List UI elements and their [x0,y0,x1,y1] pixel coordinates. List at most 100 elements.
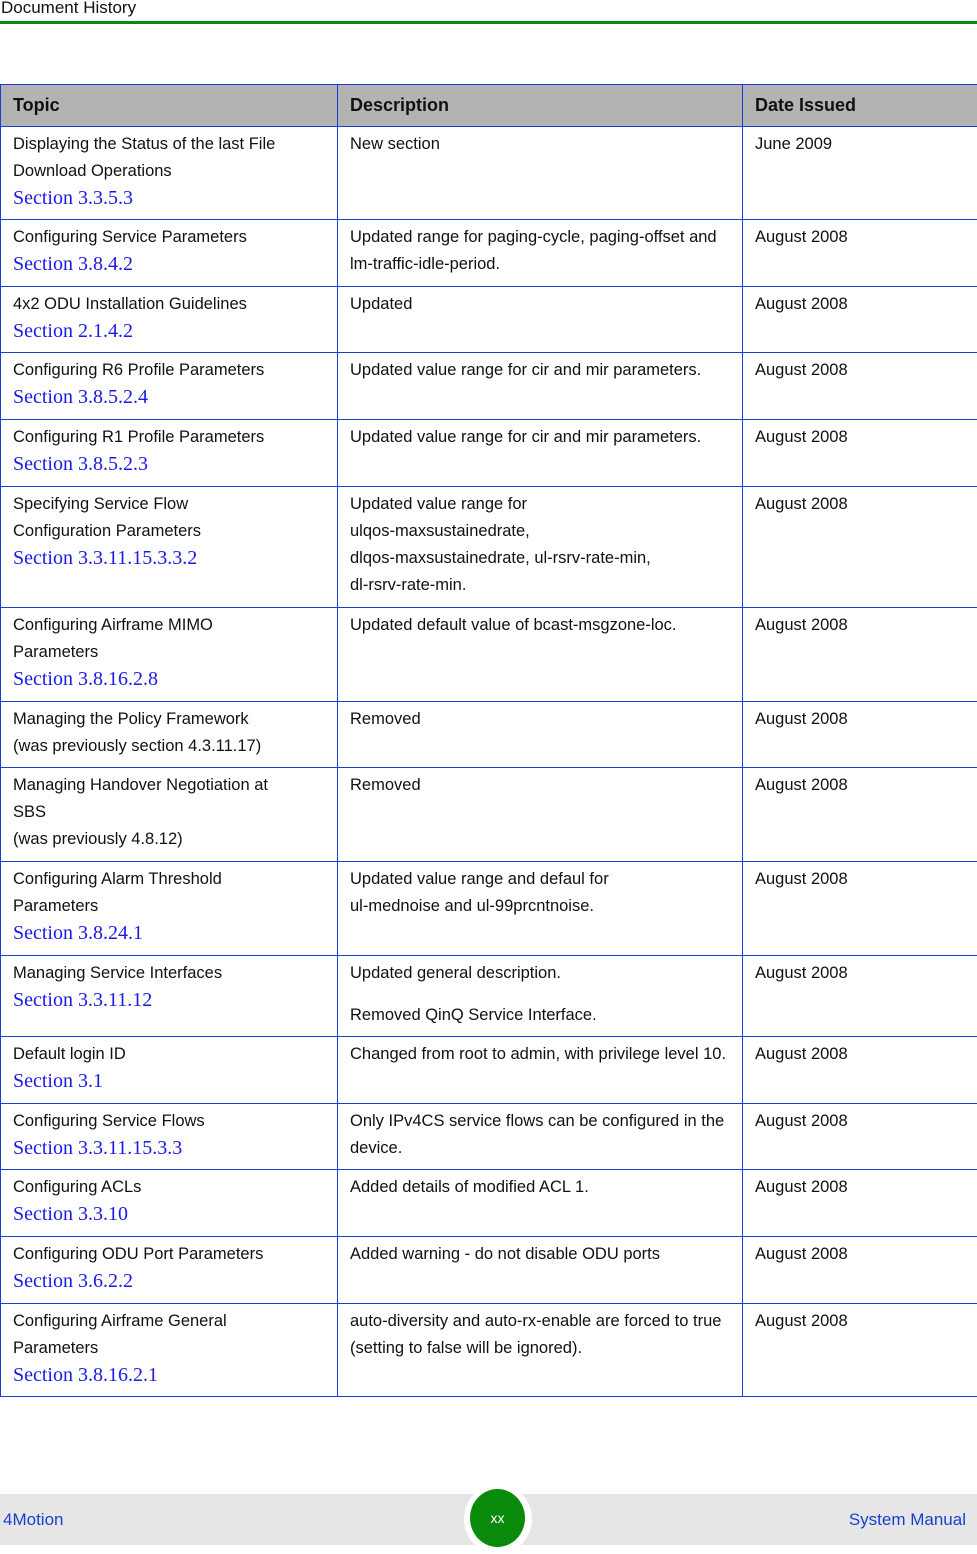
description-cell: Updated value range and defaul forul-med… [338,862,743,956]
topic-cell: Default login IDSection 3.1 [1,1037,338,1104]
date-issued-cell: August 2008 [743,420,977,487]
topic-cell: Configuring Airframe GeneralParametersSe… [1,1304,338,1397]
table-row: Configuring R1 Profile ParametersSection… [1,420,977,487]
description-cell: New section [338,127,743,220]
section-link[interactable]: Section 3.3.11.15.3.3 [13,1135,325,1162]
topic-cell: Managing Handover Negotiation atSBS(was … [1,768,338,862]
section-link[interactable]: Section 3.3.11.12 [13,987,325,1014]
table-row: Configuring Airframe MIMOParametersSecti… [1,608,977,702]
page-number-badge: xx [470,1489,525,1547]
document-history-table: Topic Description Date Issued Displaying… [0,84,977,1397]
section-link[interactable]: Section 3.8.24.1 [13,920,325,947]
topic-text: Configuring Airframe General [13,1308,325,1335]
section-link[interactable]: Section 3.3.10 [13,1201,325,1228]
column-header-date-issued: Date Issued [743,85,977,127]
description-text: dlqos-maxsustainedrate, ul-rsrv-rate-min… [350,545,730,572]
description-text: Updated range for paging-cycle, paging-o… [350,224,730,278]
topic-text: Configuring R6 Profile Parameters [13,357,325,384]
topic-cell: Configuring ACLsSection 3.3.10 [1,1170,338,1237]
date-issued-cell: August 2008 [743,220,977,287]
topic-text: SBS [13,799,325,826]
section-link[interactable]: Section 3.8.5.2.3 [13,451,325,478]
description-cell: Updated value range for cir and mir para… [338,353,743,420]
description-text: Changed from root to admin, with privile… [350,1041,730,1068]
topic-text: Managing the Policy Framework [13,706,325,733]
description-text: Removed QinQ Service Interface. [350,1002,730,1029]
description-text: ul-mednoise and ul-99prcntnoise. [350,893,730,920]
page-title: Document History [1,0,136,18]
date-issued-cell: August 2008 [743,1304,977,1397]
topic-cell: Configuring Alarm ThresholdParametersSec… [1,862,338,956]
table-body: Displaying the Status of the last FileDo… [1,127,977,1397]
section-link[interactable]: Section 3.3.5.3 [13,185,325,212]
table-row: Displaying the Status of the last FileDo… [1,127,977,220]
table-row: Configuring Airframe GeneralParametersSe… [1,1304,977,1397]
date-issued-cell: August 2008 [743,353,977,420]
section-link[interactable]: Section 3.8.16.2.1 [13,1362,325,1389]
description-text: Only IPv4CS service flows can be configu… [350,1108,730,1162]
date-issued-cell: August 2008 [743,1104,977,1170]
column-header-topic: Topic [1,85,338,127]
description-text: auto-diversity and auto-rx-enable are fo… [350,1308,730,1362]
description-cell: Updated range for paging-cycle, paging-o… [338,220,743,287]
table-row: Default login IDSection 3.1 Changed from … [1,1037,977,1104]
table-row: Configuring Service ParametersSection 3.… [1,220,977,287]
description-cell: Only IPv4CS service flows can be configu… [338,1104,743,1170]
column-header-description: Description [338,85,743,127]
topic-cell: 4x2 ODU Installation GuidelinesSection 2… [1,287,338,353]
date-issued-cell: August 2008 [743,608,977,702]
section-link[interactable]: Section 3.8.16.2.8 [13,666,325,693]
description-text: Updated value range for [350,491,730,518]
description-text: Updated default value of bcast-msgzone-l… [350,612,730,639]
topic-cell: Specifying Service FlowConfiguration Par… [1,487,338,608]
topic-text: Configuring ODU Port Parameters [13,1241,325,1268]
table-row: Specifying Service FlowConfiguration Par… [1,487,977,608]
topic-text: Parameters [13,1335,325,1362]
topic-text: Configuration Parameters [13,518,325,545]
section-link[interactable]: Section 2.1.4.2 [13,318,325,345]
table-row: Managing Service InterfacesSection 3.3.1… [1,956,977,1037]
date-issued-cell: August 2008 [743,1037,977,1104]
topic-text: Configuring Service Flows [13,1108,325,1135]
topic-text: (was previously section 4.3.11.17) [13,733,325,760]
topic-text: Displaying the Status of the last File [13,131,325,158]
description-cell: Updated value range for cir and mir para… [338,420,743,487]
topic-text: Configuring R1 Profile Parameters [13,424,325,451]
table-row: Configuring R6 Profile ParametersSection… [1,353,977,420]
description-cell: Removed [338,768,743,862]
description-text: Removed [350,772,730,799]
section-link[interactable]: Section 3.6.2.2 [13,1268,325,1295]
description-text: Added details of modified ACL 1. [350,1174,730,1201]
description-text: ulqos-maxsustainedrate, [350,518,730,545]
description-cell: Updated default value of bcast-msgzone-l… [338,608,743,702]
page-footer: 4Motion xx System Manual [0,1494,977,1545]
description-text: Updated value range for cir and mir para… [350,424,730,451]
table-row: Configuring Service FlowsSection 3.3.11.… [1,1104,977,1170]
section-link[interactable]: Section 3.8.4.2 [13,251,325,278]
description-text: Updated value range for cir and mir para… [350,357,730,384]
date-issued-cell: June 2009 [743,127,977,220]
topic-text: Configuring Service Parameters [13,224,325,251]
topic-text: Parameters [13,893,325,920]
topic-cell: Managing the Policy Framework(was previo… [1,702,338,768]
topic-cell: Configuring Airframe MIMOParametersSecti… [1,608,338,702]
description-cell: Updated general description.Removed QinQ… [338,956,743,1037]
section-link[interactable]: Section 3.3.11.15.3.3.2 [13,545,325,572]
table-row: Managing the Policy Framework(was previo… [1,702,977,768]
footer-product-name: 4Motion [3,1510,63,1530]
description-cell: Added warning - do not disable ODU ports [338,1237,743,1304]
section-link[interactable]: Section 3.8.5.2.4 [13,384,325,411]
date-issued-cell: August 2008 [743,287,977,353]
description-text: Updated value range and defaul for [350,866,730,893]
description-text: dl-rsrv-rate-min. [350,572,730,599]
topic-text: Parameters [13,639,325,666]
date-issued-cell: August 2008 [743,768,977,862]
description-cell: Changed from root to admin, with privile… [338,1037,743,1104]
topic-text: Specifying Service Flow [13,491,325,518]
description-text: New section [350,131,730,158]
date-issued-cell: August 2008 [743,702,977,768]
date-issued-cell: August 2008 [743,1170,977,1237]
table-header-row: Topic Description Date Issued [1,85,977,127]
section-link[interactable]: Section 3.1 [13,1068,325,1095]
description-text: Updated [350,291,730,318]
